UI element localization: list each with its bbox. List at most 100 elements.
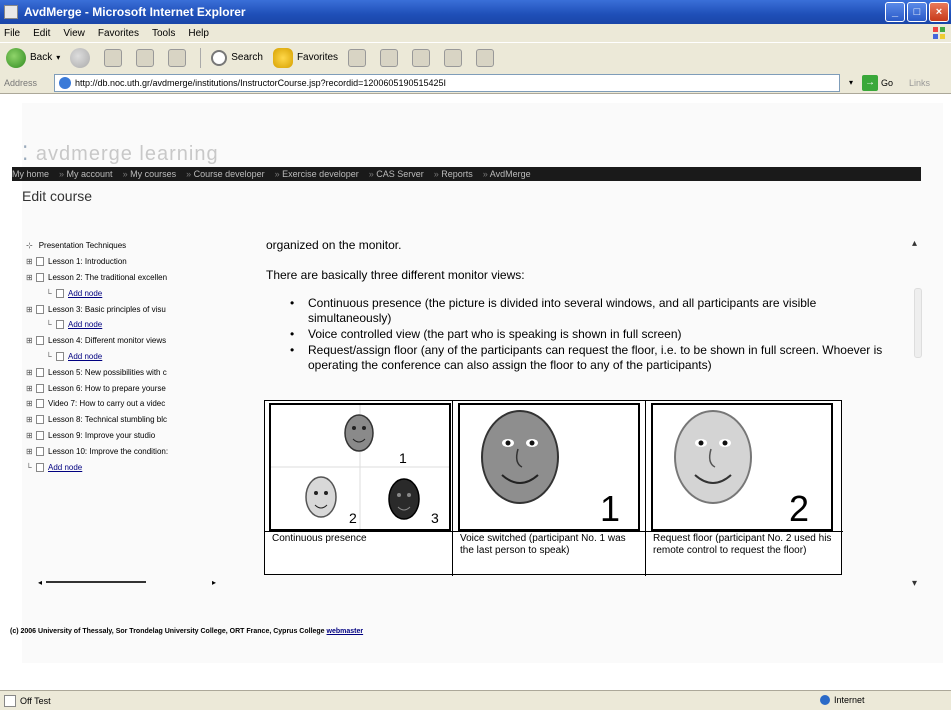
links-button[interactable]: Links	[909, 78, 930, 88]
maximize-button[interactable]: □	[907, 2, 927, 22]
site-nav: My home My account My courses Course dev…	[12, 167, 921, 181]
print-button[interactable]	[412, 48, 434, 67]
mail-button[interactable]	[380, 48, 402, 67]
tree-lesson-item[interactable]: ⊞ Lesson 6: How to prepare yourse	[26, 380, 216, 396]
scroll-down-arrow-icon[interactable]: ▾	[912, 578, 917, 589]
nav-my-account[interactable]: My account	[59, 169, 113, 179]
back-button[interactable]: Back ▾	[6, 47, 60, 68]
face-icon	[344, 414, 374, 452]
lead-text: There are basically three different moni…	[266, 268, 525, 282]
scroll-thumb[interactable]	[46, 581, 146, 583]
webmaster-link[interactable]: webmaster	[327, 628, 364, 635]
tree-expander-icon: └	[26, 462, 32, 472]
document-icon	[36, 272, 44, 282]
tree-expander-icon[interactable]: ⊞	[26, 368, 36, 377]
menu-edit[interactable]: Edit	[33, 28, 50, 39]
add-node-link[interactable]: └ Add node	[26, 317, 216, 333]
history-button[interactable]	[348, 48, 370, 67]
nav-avdmerge[interactable]: AvdMerge	[483, 169, 531, 179]
view-number-label: 2	[349, 510, 357, 526]
scroll-thumb[interactable]	[914, 288, 922, 358]
tree-lesson-item[interactable]: ⊞ Lesson 9: Improve your studio	[26, 428, 216, 444]
menu-view[interactable]: View	[63, 28, 85, 39]
view-caption: Voice switched (participant No. 1 was th…	[460, 533, 626, 556]
home-button[interactable]	[168, 48, 190, 67]
tree-lesson-item[interactable]: ⊞ Lesson 3: Basic principles of visu	[26, 301, 216, 317]
minimize-button[interactable]: _	[885, 2, 905, 22]
edit-button[interactable]	[444, 48, 466, 67]
window-title: AvdMerge - Microsoft Internet Explorer	[24, 5, 246, 19]
nav-my-courses[interactable]: My courses	[123, 169, 176, 179]
forward-arrow-icon	[70, 47, 91, 68]
document-icon	[36, 415, 44, 425]
tree-lesson-item[interactable]: ⊞ Lesson 5: New possibilities with c	[26, 364, 216, 380]
tree-expander-icon[interactable]: ⊞	[26, 431, 36, 440]
content-vertical-scrollbar[interactable]: ▴ ▾	[910, 238, 926, 598]
tree-expander-icon[interactable]: ⊞	[26, 305, 36, 314]
close-button[interactable]: ×	[929, 2, 949, 22]
tree-lesson-item[interactable]: ⊞ Lesson 4: Different monitor views	[26, 333, 216, 349]
go-button[interactable]: → Go	[862, 74, 893, 91]
refresh-button[interactable]	[136, 48, 158, 67]
tree-expander-icon[interactable]: ⊞	[26, 399, 36, 408]
footer-text: (c) 2006 University of Thessaly, Sor Tro…	[10, 628, 325, 635]
tree-expander-icon[interactable]: ⊞	[26, 415, 36, 424]
address-input[interactable]: http://db.noc.uth.gr/avdmerge/institutio…	[54, 73, 840, 92]
view-number-label: 1	[399, 450, 407, 466]
menu-help[interactable]: Help	[188, 28, 209, 39]
menu-file[interactable]: File	[4, 28, 20, 39]
document-icon	[36, 430, 44, 440]
stop-icon	[104, 48, 123, 67]
nav-exercise-developer[interactable]: Exercise developer	[275, 169, 359, 179]
stop-button[interactable]	[104, 48, 126, 67]
page-status-icon	[4, 694, 16, 707]
scroll-left-arrow-icon[interactable]: ◂	[38, 578, 46, 587]
add-node-label[interactable]: Add node	[68, 289, 102, 298]
add-node-label[interactable]: Add node	[68, 320, 102, 329]
tree-lesson-item[interactable]: ⊞ Lesson 1: Introduction	[26, 254, 216, 270]
favorites-star-icon	[272, 47, 293, 68]
tree-expander-icon[interactable]: ⊞	[26, 447, 36, 456]
add-node-link[interactable]: └ Add node	[26, 285, 216, 301]
menu-favorites[interactable]: Favorites	[98, 28, 139, 39]
scroll-up-arrow-icon[interactable]: ▴	[912, 238, 917, 249]
add-node-label[interactable]: Add node	[48, 463, 82, 472]
tree-lesson-item[interactable]: ⊞ Video 7: How to carry out a videc	[26, 396, 216, 412]
nav-course-developer[interactable]: Course developer	[186, 169, 265, 179]
tree-root-label: Presentation Techniques	[38, 241, 127, 251]
list-item: Request/assign floor (any of the partici…	[290, 343, 901, 373]
tree-root-icon: ⊹	[26, 241, 33, 251]
tree-expander-icon[interactable]: ⊞	[26, 273, 36, 282]
add-node-link[interactable]: └ Add node	[26, 349, 216, 365]
windows-logo-icon	[933, 27, 945, 39]
tree-lesson-item[interactable]: ⊞ Lesson 8: Technical stumbling blc	[26, 412, 216, 428]
scroll-track[interactable]	[46, 578, 212, 586]
tree-expander-icon[interactable]: ⊞	[26, 384, 36, 393]
tree-expander-icon[interactable]: ⊞	[26, 257, 36, 266]
tree-horizontal-scrollbar[interactable]: ◂ ▸	[38, 577, 220, 587]
menu-tools[interactable]: Tools	[152, 28, 175, 39]
status-text: Off Test	[20, 695, 51, 706]
scroll-right-arrow-icon[interactable]: ▸	[212, 578, 220, 587]
home-icon	[168, 48, 187, 67]
view-caption: Continuous presence	[272, 533, 367, 544]
nav-reports[interactable]: Reports	[434, 169, 473, 179]
nav-cas-server[interactable]: CAS Server	[369, 169, 424, 179]
favorites-button[interactable]: Favorites	[272, 47, 338, 68]
messenger-button[interactable]	[476, 48, 498, 67]
add-node-label[interactable]: Add node	[68, 352, 102, 361]
web-page: ⁚ avdmerge learning My home My account M…	[0, 95, 951, 689]
tree-lesson-item[interactable]: ⊞ Lesson 10: Improve the condition:	[26, 443, 216, 459]
tree-lesson-label: Lesson 10: Improve the condition:	[48, 446, 169, 456]
tree-root[interactable]: ⊹ Presentation Techniques	[26, 238, 216, 254]
tree-lesson-item[interactable]: ⊞ Lesson 2: The traditional excellen	[26, 270, 216, 286]
address-dropdown-icon[interactable]: ▾	[844, 75, 858, 91]
view-number-label: 1	[600, 488, 620, 529]
add-node-link[interactable]: └ Add node	[26, 459, 216, 475]
back-dropdown-icon[interactable]: ▾	[56, 53, 60, 62]
search-button[interactable]: Search	[211, 49, 263, 66]
forward-button[interactable]	[70, 47, 94, 68]
nav-my-home[interactable]: My home	[12, 169, 49, 179]
ie-app-icon	[4, 5, 18, 19]
tree-expander-icon[interactable]: ⊞	[26, 336, 36, 345]
